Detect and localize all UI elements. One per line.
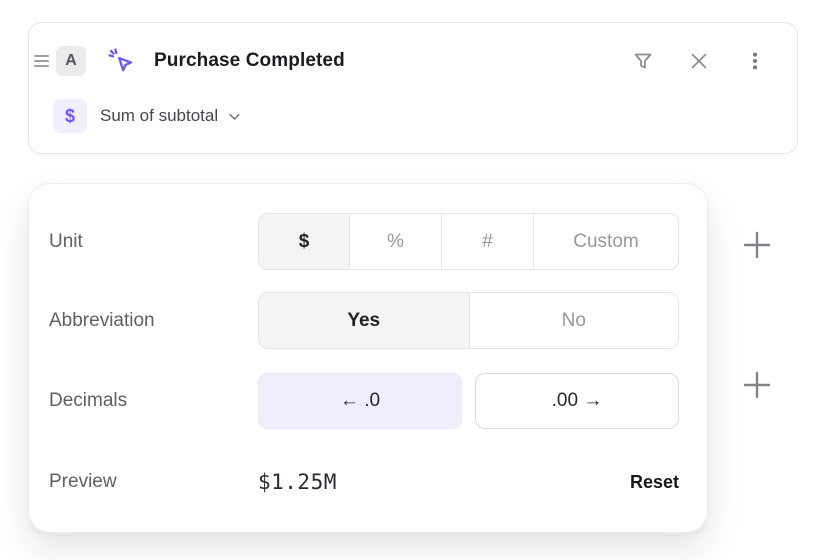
unit-option-dollar[interactable]: $ [259,214,349,269]
unit-label: Unit [49,231,258,253]
event-card-actions [631,49,767,73]
chevron-down-icon [227,109,242,124]
kebab-menu-icon[interactable] [743,49,767,73]
abbreviation-segmented-control: Yes No [258,292,679,349]
close-icon[interactable] [687,49,711,73]
preview-value: $1.25M [258,470,337,494]
unit-row: Unit $ % # Custom [49,213,679,270]
click-spark-icon [106,46,136,76]
filter-icon[interactable] [631,49,655,73]
increase-decimals-button[interactable]: .00 → [475,373,679,429]
metric-selector[interactable]: $ Sum of subtotal [53,96,242,136]
dollar-badge-icon: $ [53,99,87,133]
metric-format-screen: A Purchase Completed [0,0,826,560]
abbreviation-row: Abbreviation Yes No [49,292,679,349]
decimals-label: Decimals [49,390,258,412]
unit-option-percent[interactable]: % [349,214,441,269]
metric-label: Sum of subtotal [100,106,218,126]
decimals-row: Decimals ← .0 .00 → [49,373,679,429]
event-title[interactable]: Purchase Completed [154,50,345,72]
abbreviation-option-no[interactable]: No [469,293,679,348]
add-metric-button[interactable] [743,371,771,399]
decrease-decimals-button[interactable]: ← .0 [258,373,462,429]
event-card-header: A Purchase Completed [34,39,777,83]
unit-option-custom[interactable]: Custom [533,214,678,269]
event-card: A Purchase Completed [28,22,798,154]
reset-button[interactable]: Reset [630,472,679,493]
abbreviation-label: Abbreviation [49,310,258,332]
decimals-controls: ← .0 .00 → [258,373,679,429]
event-index-badge[interactable]: A [56,46,86,76]
unit-option-number[interactable]: # [441,214,533,269]
add-event-button[interactable] [743,231,771,259]
preview-row: Preview $1.25M Reset [49,454,679,510]
number-format-panel: Unit $ % # Custom Abbreviation Yes No De… [28,183,708,533]
abbreviation-option-yes[interactable]: Yes [259,293,469,348]
drag-handle-icon[interactable] [34,55,49,67]
preview-label: Preview [49,471,258,493]
unit-segmented-control: $ % # Custom [258,213,679,270]
